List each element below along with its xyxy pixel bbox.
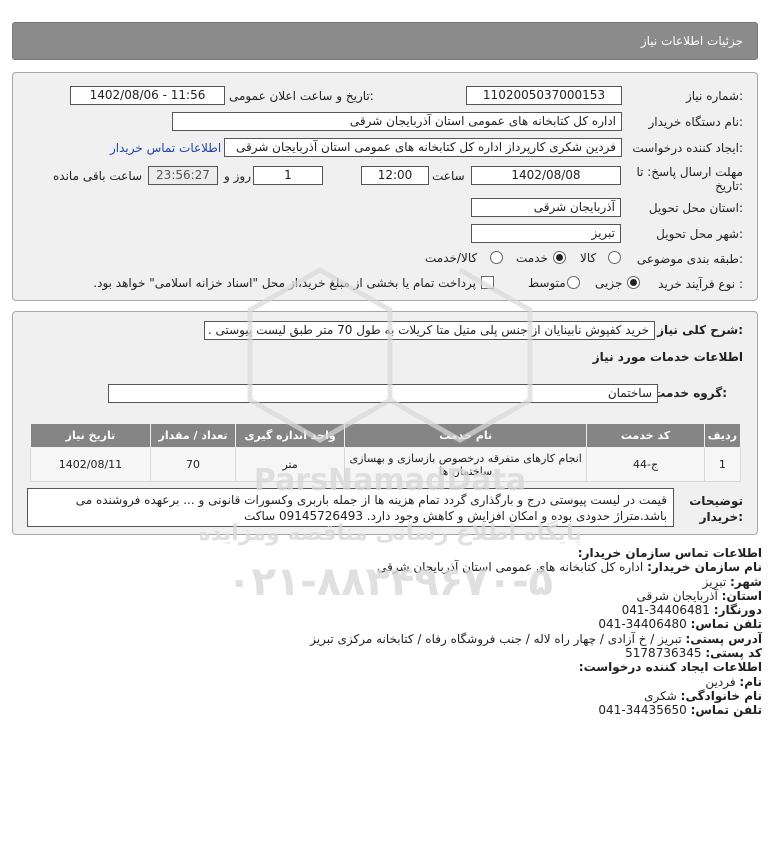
buyer-contact-link[interactable]: اطلاعات تماس خریدار	[110, 141, 221, 155]
deadline-time-label: ساعت	[432, 169, 465, 183]
process-option-minor: جزیی	[595, 276, 623, 290]
summary-label: شرح کلی نیاز:	[657, 323, 743, 337]
remaining-label: ساعت باقی مانده	[53, 169, 143, 183]
services-table: ردیف کد خدمت نام خدمت واحد اندازه گیری ت…	[30, 423, 742, 482]
cell-row: 1	[703, 447, 742, 482]
category-label: طبقه بندی موضوعی:	[636, 252, 743, 266]
creator-first-name-label: نام:	[739, 674, 762, 689]
notes-label-buyer: خریدار:	[699, 510, 743, 524]
contact-address: تبریز / خ آزادی / چهار راه لاله / جنب فر…	[310, 631, 682, 646]
contact-province-label: استان:	[721, 588, 762, 603]
cell-date: 1402/08/11	[30, 447, 151, 482]
remaining-time-field: 23:56:27	[148, 166, 218, 185]
service-group-field[interactable]: ساختمان	[108, 384, 658, 403]
deadline-label-date: تاریخ:	[715, 179, 743, 193]
process-label: نوع فرآیند خرید :	[658, 277, 743, 291]
contact-section: اطلاعات تماس سازمان خریدار: نام سازمان خ…	[22, 546, 762, 718]
deadline-date-field[interactable]: 1402/08/08	[471, 166, 621, 185]
contact-title: اطلاعات تماس سازمان خریدار:	[577, 546, 762, 560]
contact-phone-label: تلفن تماس:	[690, 617, 762, 632]
contact-postal: 5178736345	[625, 646, 702, 661]
contact-province: آذربایجان شرقی	[636, 588, 718, 603]
province-field[interactable]: آذربایجان شرقی	[471, 198, 621, 217]
process-radio-medium[interactable]	[567, 276, 580, 289]
contact-org-label: نام سازمان خریدار:	[647, 560, 762, 575]
process-radio-minor[interactable]	[627, 276, 640, 289]
treasury-payment-text: پرداخت تمام یا بخشی از مبلغ خرید،از محل …	[93, 276, 476, 290]
creator-last-name-label: نام خانوادگی:	[680, 688, 762, 703]
process-option-medium: متوسط	[528, 276, 566, 290]
page-title: جزئیات اطلاعات نیاز	[640, 34, 743, 48]
buyer-org-label: نام دستگاه خریدار:	[648, 115, 744, 129]
col-code: کد خدمت	[586, 423, 705, 448]
cell-qty: 70	[149, 447, 237, 482]
deadline-time-field[interactable]: 12:00	[361, 166, 429, 185]
creator-first-name: فردین	[705, 674, 736, 689]
creator-last-name: شکری	[644, 688, 677, 703]
province-label: استان محل تحویل:	[648, 201, 743, 215]
page-header: جزئیات اطلاعات نیاز	[12, 22, 758, 60]
services-title: اطلاعات خدمات مورد نیاز	[592, 350, 743, 364]
table-header-row: ردیف کد خدمت نام خدمت واحد اندازه گیری ت…	[30, 423, 742, 448]
buyer-org-field[interactable]: اداره کل کتابخانه های عمومی استان آذربای…	[172, 112, 622, 131]
contact-city-label: شهر:	[730, 574, 762, 589]
city-field[interactable]: تبریز	[471, 224, 621, 243]
need-number-label: شماره نیاز:	[685, 89, 743, 103]
contact-phone: 041-34406480	[598, 617, 687, 632]
table-row[interactable]: 1 ج-44 انجام کارهای متفرقه درخصوص بازساز…	[30, 447, 742, 482]
category-option-both: کالا/خدمت	[425, 251, 478, 265]
col-unit: واحد اندازه گیری	[235, 423, 346, 448]
need-info-panel	[12, 72, 758, 301]
buyer-notes: قیمت در لیست پیوستی درج و بارگذاری گردد …	[27, 488, 674, 527]
days-label: روز و	[224, 169, 251, 183]
creator-phone: 041-34435650	[598, 703, 687, 718]
col-row: ردیف	[703, 423, 742, 448]
deadline-label: مهلت ارسال پاسخ: تا	[636, 165, 743, 179]
summary-field[interactable]: خرید کفپوش نابینایان از جنس پلی متیل متا…	[204, 321, 655, 340]
cell-name: انجام کارهای متفرقه درخصوص بازسازی و بهس…	[344, 447, 588, 482]
cell-unit: متر	[235, 447, 346, 482]
need-number-field[interactable]: 1102005037000153	[466, 86, 622, 105]
col-qty: تعداد / مقدار	[149, 423, 237, 448]
contact-org: اداره کل کتابخانه های عمومی استان آذربای…	[377, 560, 644, 575]
days-field[interactable]: 1	[253, 166, 323, 185]
contact-fax-label: دورنگار:	[713, 603, 762, 618]
category-option-service: خدمت	[516, 251, 548, 265]
contact-postal-label: کد پستی:	[705, 646, 762, 661]
notes-label: توضیحات	[689, 494, 743, 508]
creator-info-title: اطلاعات ایجاد کننده درخواست:	[578, 660, 762, 675]
col-name: نام خدمت	[344, 423, 588, 448]
contact-address-label: آدرس پستی:	[685, 631, 762, 646]
announce-field[interactable]: 1402/08/06 - 11:56	[70, 86, 225, 105]
col-date: تاریخ نیاز	[30, 423, 151, 448]
category-radio-both[interactable]	[490, 251, 503, 264]
category-radio-service[interactable]	[553, 251, 566, 264]
category-option-goods: کالا	[580, 251, 597, 265]
treasury-payment-checkbox[interactable]	[481, 276, 494, 289]
creator-phone-label: تلفن تماس:	[690, 703, 762, 718]
contact-city: تبریز	[702, 574, 727, 589]
creator-field[interactable]: فردین شکری کارپرداز اداره کل کتابخانه ها…	[224, 138, 622, 157]
category-radio-goods[interactable]	[608, 251, 621, 264]
cell-code: ج-44	[586, 447, 705, 482]
contact-fax: 041-34406481	[621, 603, 710, 618]
announce-label: تاریخ و ساعت اعلان عمومی:	[229, 89, 374, 103]
creator-label: ایجاد کننده درخواست:	[632, 141, 743, 155]
city-label: شهر محل تحویل:	[656, 227, 743, 241]
service-group-label: گروه خدمت:	[653, 386, 727, 400]
